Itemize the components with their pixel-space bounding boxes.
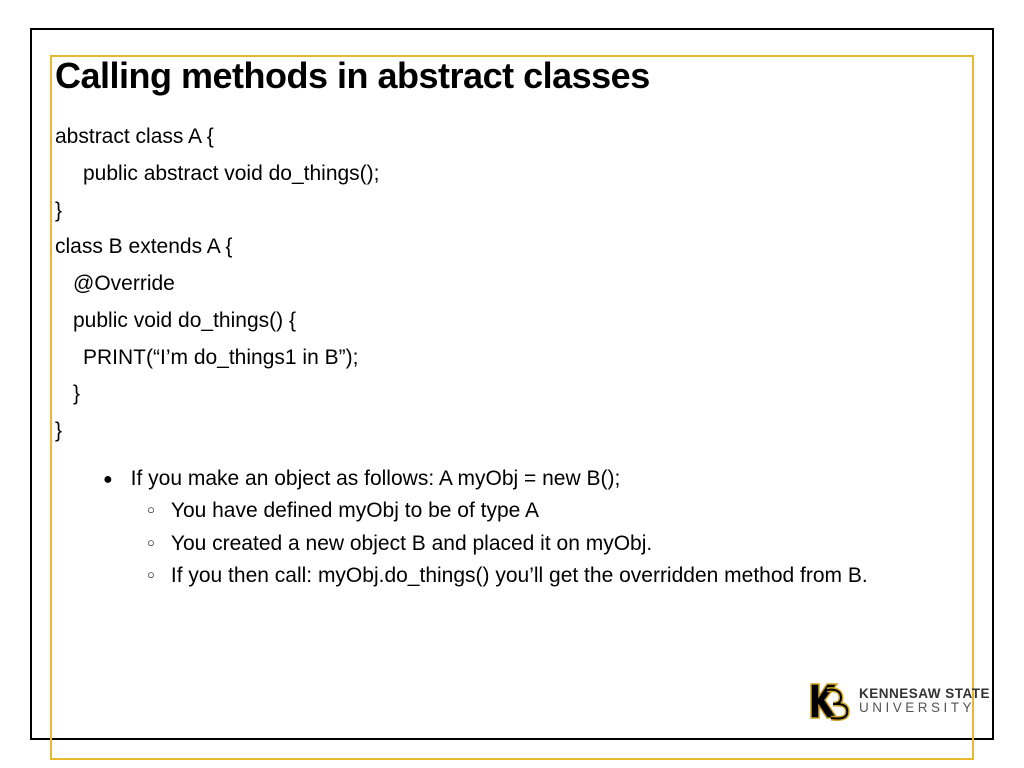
code-line: } xyxy=(55,413,969,450)
bullet-circle-icon: ○ xyxy=(147,534,155,559)
code-block: abstract class A { public abstract void … xyxy=(55,119,969,450)
code-line: PRINT(“I’m do_things1 in B”); xyxy=(55,340,969,377)
code-line: @Override xyxy=(55,266,969,303)
code-line: public abstract void do_things(); xyxy=(55,156,969,193)
bullet-dot-icon: ● xyxy=(103,468,113,494)
bullet-circle-icon: ○ xyxy=(147,566,155,591)
bullet-text: If you then call: myObj.do_things() you’… xyxy=(171,561,868,591)
logo-name-top: KENNESAW STATE xyxy=(859,687,990,701)
bullet-main: ● If you make an object as follows: A my… xyxy=(103,464,969,494)
bullet-text: You have defined myObj to be of type A xyxy=(171,496,539,526)
code-line: } xyxy=(55,193,969,230)
code-line: } xyxy=(55,376,969,413)
bullet-sub: ○ You have defined myObj to be of type A xyxy=(147,496,969,526)
slide-content: Calling methods in abstract classes abst… xyxy=(55,55,969,728)
code-line: abstract class A { xyxy=(55,119,969,156)
slide-title: Calling methods in abstract classes xyxy=(55,55,969,97)
ks-logo-icon xyxy=(807,678,853,724)
bullet-sub: ○ You created a new object B and placed … xyxy=(147,529,969,559)
university-logo: KENNESAW STATE UNIVERSITY xyxy=(807,678,990,724)
bullet-text: You created a new object B and placed it… xyxy=(171,529,652,559)
logo-name-bottom: UNIVERSITY xyxy=(859,701,990,715)
bullet-text: If you make an object as follows: A myOb… xyxy=(131,464,621,494)
bullet-sub: ○ If you then call: myObj.do_things() yo… xyxy=(147,561,969,591)
code-line: class B extends A { xyxy=(55,229,969,266)
code-line: public void do_things() { xyxy=(55,303,969,340)
bullet-list: ● If you make an object as follows: A my… xyxy=(103,464,969,592)
logo-text: KENNESAW STATE UNIVERSITY xyxy=(859,687,990,715)
bullet-circle-icon: ○ xyxy=(147,501,155,526)
